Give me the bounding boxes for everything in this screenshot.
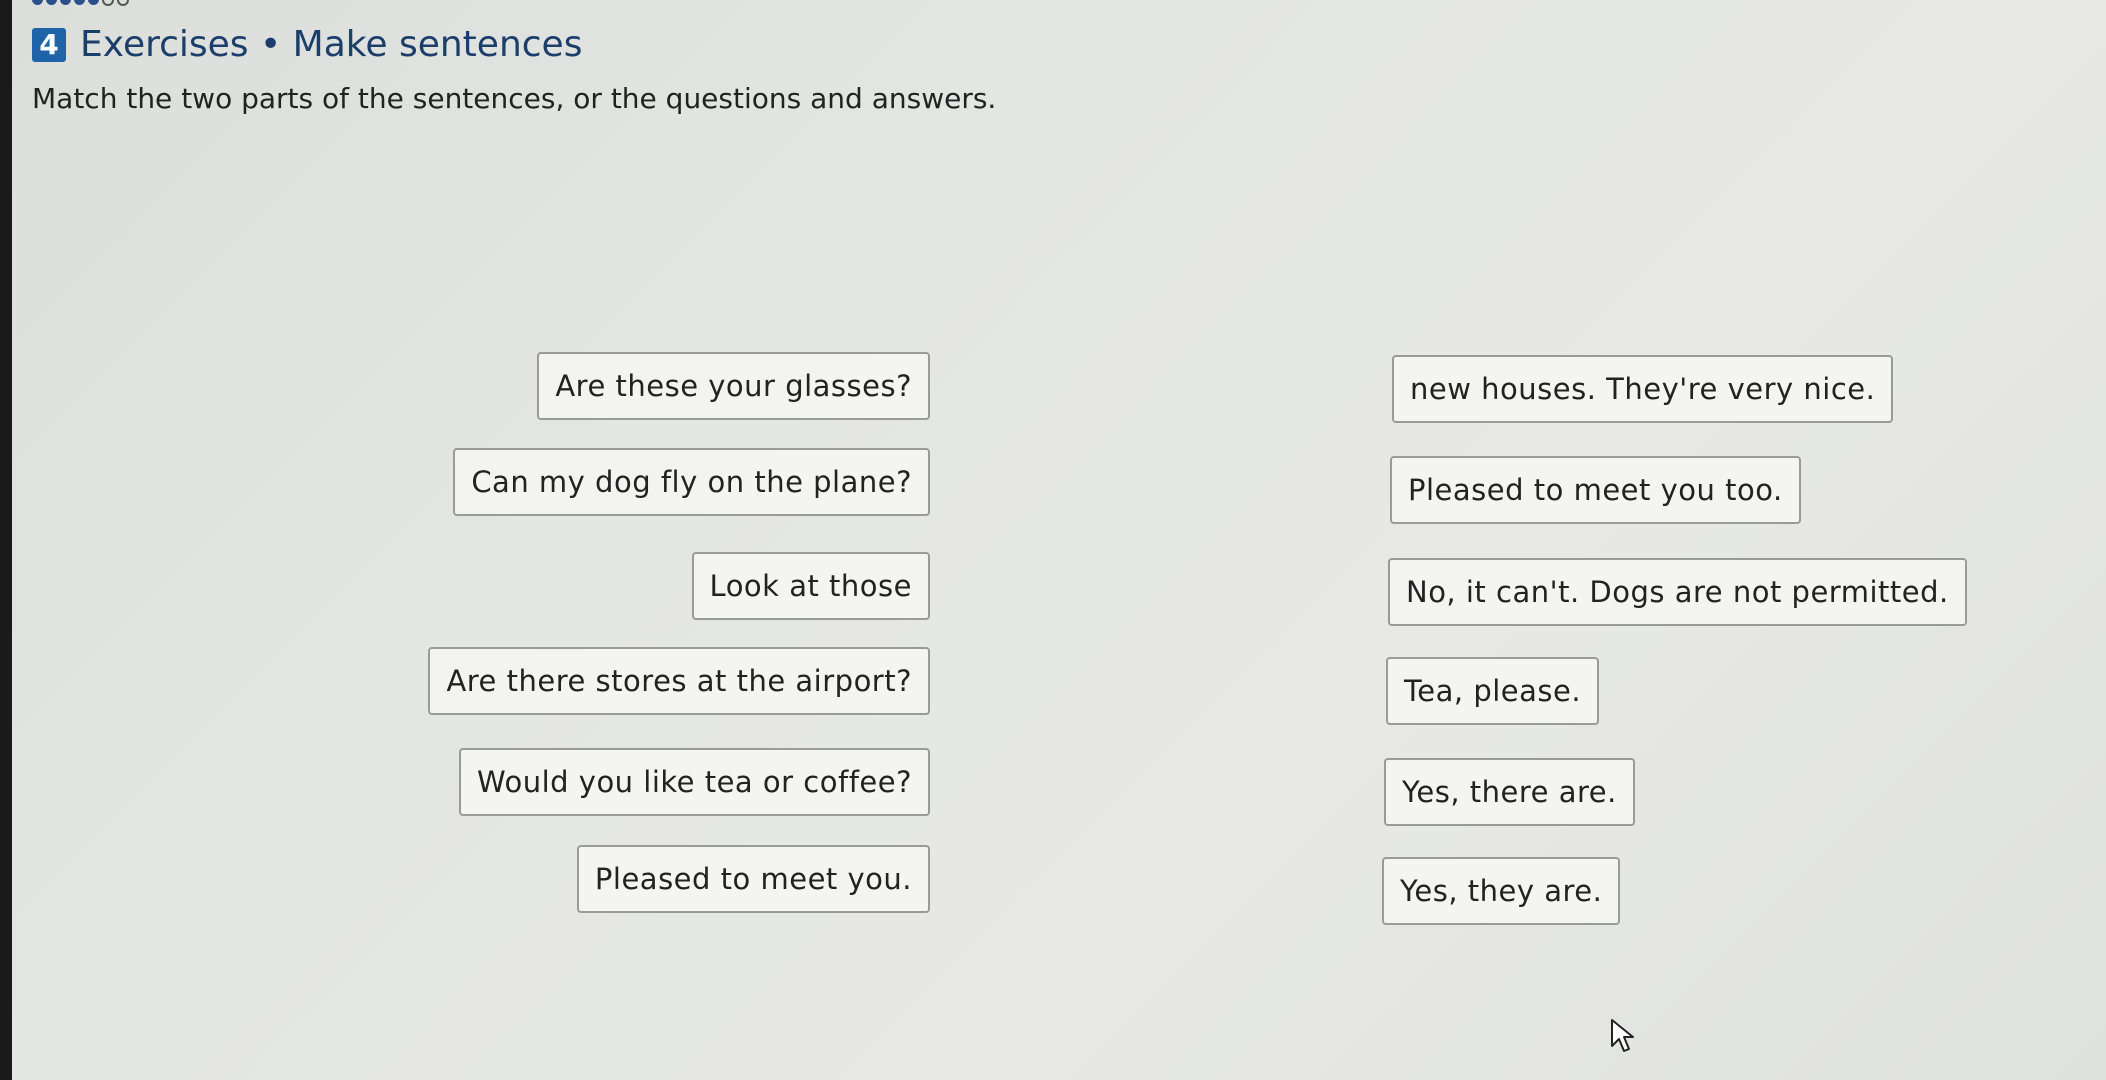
right-card-5[interactable]: Yes, there are. — [1384, 758, 1635, 826]
right-card-1[interactable]: new houses. They're very nice. — [1392, 355, 1894, 423]
right-card-2[interactable]: Pleased to meet you too. — [1390, 456, 1801, 524]
left-card-6[interactable]: Pleased to meet you. — [576, 845, 930, 913]
left-card-1[interactable]: Are these your glasses? — [537, 352, 930, 420]
left-card-5[interactable]: Would you like tea or coffee? — [459, 748, 930, 816]
mouse-pointer-icon — [1610, 1018, 1636, 1058]
right-card-3[interactable]: No, it can't. Dogs are not permitted. — [1388, 558, 1967, 626]
right-card-4[interactable]: Tea, please. — [1386, 657, 1600, 725]
progress-dots-icon — [32, 0, 129, 6]
right-card-6[interactable]: Yes, they are. — [1382, 857, 1621, 925]
instructions: Match the two parts of the sentences, or… — [32, 82, 997, 115]
exercise-header: 4 Exercises • Make sentences — [32, 24, 582, 65]
page-title: Exercises • Make sentences — [80, 24, 583, 65]
screen-edge — [0, 0, 12, 1080]
left-card-4[interactable]: Are there stores at the airport? — [428, 647, 930, 715]
exercise-page: 4 Exercises • Make sentences Match the t… — [12, 0, 2106, 1080]
exercise-number-badge: 4 — [32, 27, 66, 62]
left-card-2[interactable]: Can my dog fly on the plane? — [453, 448, 930, 516]
left-card-3[interactable]: Look at those — [691, 552, 930, 620]
